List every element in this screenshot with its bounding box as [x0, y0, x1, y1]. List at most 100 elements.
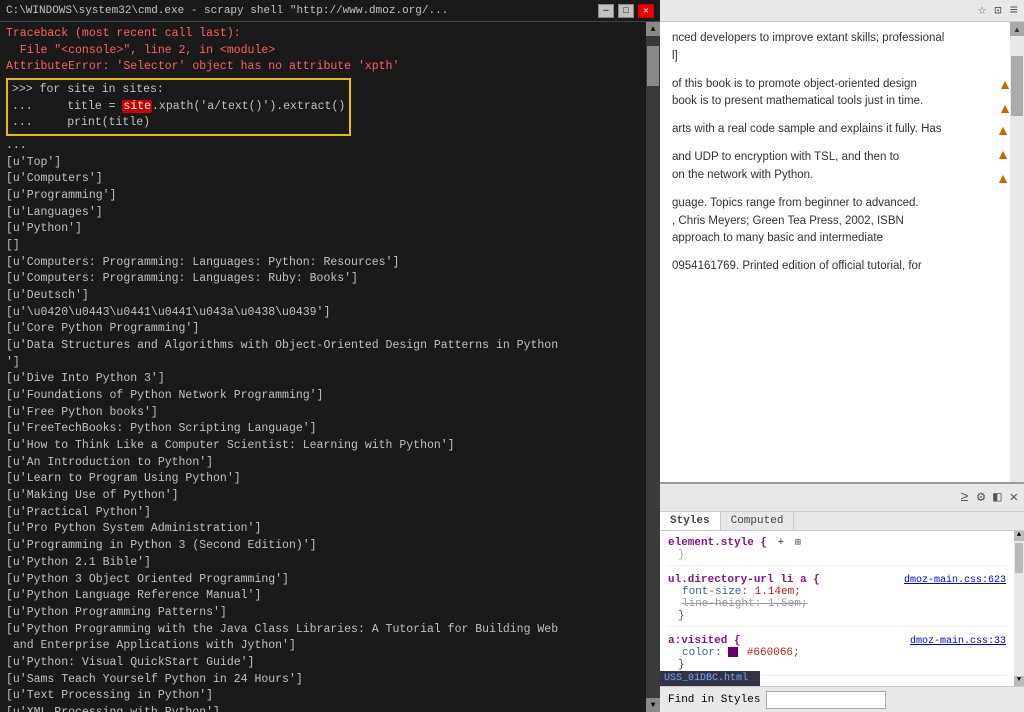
cmd-line: [u'Python Programming with the Java Clas…	[6, 622, 654, 639]
right-scroll-up[interactable]: ▲	[996, 122, 1010, 138]
cmd-line: AttributeError: 'Selector' object has no…	[6, 59, 654, 76]
css-prop-value: 1.14em;	[755, 586, 801, 598]
cmd-scrollbar[interactable]: ▲ ▼	[646, 22, 660, 712]
cmd-window-controls: ─ □ ✕	[598, 4, 654, 18]
minimize-button[interactable]: ─	[598, 4, 614, 18]
cmd-line: [u'Programming']	[6, 188, 654, 205]
css-source-link2[interactable]: dmoz-main.css:33	[910, 636, 1006, 647]
browser-titlebar: ☆ ⊡ ≡	[660, 0, 1024, 22]
css-add-icon[interactable]: +	[778, 537, 785, 549]
close-button[interactable]: ✕	[638, 4, 654, 18]
tab-styles[interactable]: Styles	[660, 512, 721, 530]
cmd-line: [u'Deutsch']	[6, 288, 654, 305]
devtools-console-icon[interactable]: ≥	[960, 490, 968, 506]
cmd-line: ...	[6, 138, 654, 155]
cmd-line: [u'Learn to Program Using Python']	[6, 471, 654, 488]
cmd-line: [u'Python 3 Object Oriented Programming'…	[6, 572, 654, 589]
cmd-line: [u'Python: Visual QuickStart Guide']	[6, 655, 654, 672]
css-edit-icon[interactable]: ⊞	[795, 538, 801, 549]
cmd-line: ']	[6, 355, 654, 372]
devtools-scroll-thumb[interactable]	[1015, 543, 1023, 573]
css-prop-name-strikethrough: line-height:	[682, 598, 768, 610]
css-selector-visited: a:visited {	[668, 635, 741, 647]
cmd-line: File "<console>", line 2, in <module>	[6, 43, 654, 60]
css-prop-color-name: color:	[682, 647, 728, 659]
cmd-line: ... print(title)	[12, 115, 345, 132]
cmd-line: [u'Data Structures and Algorithms with O…	[6, 338, 654, 355]
cmd-line: [u'Dive Into Python 3']	[6, 371, 654, 388]
cmd-line: [u'Python Programming Patterns']	[6, 605, 654, 622]
css-block-directory-url: ul.directory-url li a { dmoz-main.css:62…	[668, 574, 1006, 627]
code-highlight-box: >>> for site in sites: ... title = site.…	[6, 78, 351, 136]
star-icon[interactable]: ☆	[978, 2, 986, 19]
cmd-line: [u'Text Processing in Python']	[6, 688, 654, 705]
cmd-line: [u'\u0420\u0443\u0441\u0441\u043a\u0438\…	[6, 305, 654, 322]
devtools-tabs: Styles Computed	[660, 512, 1024, 531]
url-source-box: USS_01DBC.html	[660, 671, 760, 686]
color-swatch	[728, 647, 738, 657]
devtools-settings-icon[interactable]: ⚙	[977, 489, 985, 506]
cmd-line: [u'Languages']	[6, 205, 654, 222]
cmd-line: [u'How to Think Like a Computer Scientis…	[6, 438, 654, 455]
css-close-brace: }	[668, 610, 1006, 622]
devtools-scroll-up[interactable]: ▲	[1014, 531, 1024, 541]
browser-scroll-up[interactable]: ▲	[1010, 22, 1024, 36]
cmd-line: [u'Computers: Programming: Languages: Ru…	[6, 271, 654, 288]
browser-scroll-track	[1010, 36, 1024, 482]
cmd-line: [u'XML Processing with Python']	[6, 705, 654, 712]
find-bar: Find in Styles	[660, 686, 1024, 712]
maximize-button[interactable]: □	[618, 4, 634, 18]
cmd-window: C:\WINDOWS\system32\cmd.exe - scrapy she…	[0, 0, 660, 712]
css-selector: element.style { + ⊞	[668, 537, 1006, 549]
devtools-close-icon[interactable]: ✕	[1010, 489, 1018, 506]
bookmark-icon[interactable]: ⊡	[994, 3, 1001, 18]
scroll-down-arrow[interactable]: ▼	[646, 698, 660, 712]
menu-icon[interactable]: ≡	[1010, 3, 1018, 19]
cmd-line: [u'Foundations of Python Network Program…	[6, 388, 654, 405]
browser-paragraph: 0954161769. Printed edition of official …	[672, 258, 1012, 276]
browser-scrollbar[interactable]: ▲ ▼	[1010, 22, 1024, 482]
cmd-line: [u'Python Language Reference Manual']	[6, 588, 654, 605]
css-empty: }	[668, 549, 1006, 561]
styles-panel: element.style { + ⊞ } ul.directory-url l…	[660, 531, 1014, 686]
devtools-scroll-down[interactable]: ▼	[1014, 676, 1024, 686]
cmd-line: [u'Computers']	[6, 171, 654, 188]
cmd-line: [u'Free Python books']	[6, 405, 654, 422]
cmd-line: [u'Making Use of Python']	[6, 488, 654, 505]
red-highlight: site	[122, 100, 152, 113]
find-bar-label: Find in Styles	[668, 694, 760, 706]
cmd-line: Traceback (most recent call last):	[6, 26, 654, 43]
devtools-scrollbar[interactable]: ▲ ▼	[1014, 531, 1024, 686]
browser-scroll-thumb[interactable]	[1011, 56, 1023, 116]
browser-content: nced developers to improve extant skills…	[660, 22, 1024, 482]
css-block-visited: a:visited { dmoz-main.css:33 color: #660…	[668, 635, 1006, 676]
cmd-titlebar: C:\WINDOWS\system32\cmd.exe - scrapy she…	[0, 0, 660, 22]
cmd-line: [u'Python 2.1 Bible']	[6, 555, 654, 572]
css-source-link[interactable]: dmoz-main.css:623	[904, 575, 1006, 586]
right-scroll-down2[interactable]: ▲	[996, 170, 1010, 186]
cmd-content: Traceback (most recent call last): File …	[0, 22, 660, 712]
cmd-line: [u'Python']	[6, 221, 654, 238]
devtools-toolbar: ≥ ⚙ ◧ ✕	[660, 484, 1024, 512]
scroll-thumb[interactable]	[647, 46, 659, 86]
devtools-content: element.style { + ⊞ } ul.directory-url l…	[660, 531, 1024, 686]
devtools-panel: ≥ ⚙ ◧ ✕ Styles Computed element.style { …	[660, 482, 1024, 712]
cmd-line: [u'FreeTechBooks: Python Scripting Langu…	[6, 421, 654, 438]
css-property-line-height: line-height: 1.5em;	[668, 598, 1006, 610]
right-scroll-down[interactable]: ▲	[996, 146, 1010, 162]
tab-computed[interactable]: Computed	[721, 512, 795, 530]
css-block-element-style: element.style { + ⊞ }	[668, 537, 1006, 566]
scroll-up-arrow[interactable]: ▲	[646, 22, 660, 36]
css-selector-text2: ul.directory-url li a {	[668, 574, 820, 586]
css-block-header: ul.directory-url li a { dmoz-main.css:62…	[668, 574, 1006, 586]
css-prop-color-value: #660066;	[747, 647, 800, 659]
css-block-header2: a:visited { dmoz-main.css:33	[668, 635, 1006, 647]
find-input[interactable]	[766, 691, 886, 709]
browser-paragraph: of this book is to promote object-orient…	[672, 76, 994, 112]
cmd-line: [u'Programming in Python 3 (Second Editi…	[6, 538, 654, 555]
browser-paragraph: guage. Topics range from beginner to adv…	[672, 195, 1012, 248]
cmd-line: ... title = site.xpath('a/text()').extra…	[12, 99, 345, 116]
css-prop-value-strikethrough: 1.5em;	[768, 598, 808, 610]
scroll-arrows-right: ▲ ▲ ▲	[996, 122, 1010, 186]
devtools-dock-icon[interactable]: ◧	[993, 489, 1001, 506]
